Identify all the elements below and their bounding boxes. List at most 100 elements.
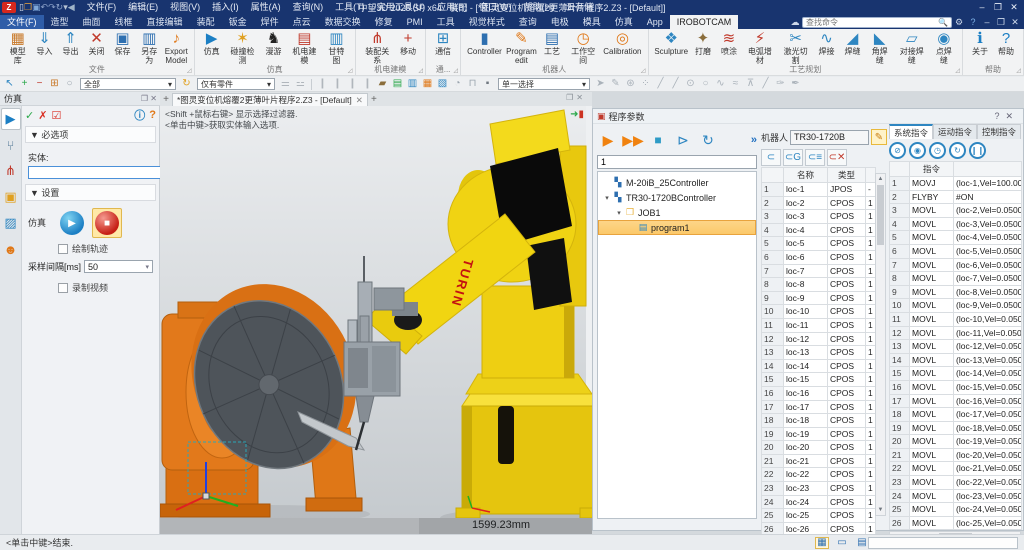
table-row[interactable]: 12MOVL(loc-11,Vel=0.05000,A xyxy=(890,326,1022,340)
doc-minimize-icon[interactable]: – xyxy=(980,17,994,27)
instruction-table[interactable]: 指令1MOVJ(loc-1,Vel=100.000002FLYBY#ON3MOV… xyxy=(889,161,1022,530)
lasso-icon[interactable]: ○ xyxy=(62,77,77,91)
ribbon-button[interactable]: ◉点焊缝 xyxy=(930,30,958,65)
instruction-tab[interactable]: 控制指令 xyxy=(977,124,1021,139)
save-icon[interactable]: ▣ xyxy=(32,2,41,12)
ribbon-button[interactable]: ∿焊接 xyxy=(814,30,840,56)
ribbon-button[interactable]: ⊞通信 xyxy=(430,30,456,56)
selection-mode-select[interactable]: 单一选择▾ xyxy=(498,78,590,90)
ribbon-button[interactable]: ▦模型库 xyxy=(4,30,31,65)
table-row[interactable]: 1MOVJ(loc-1,Vel=100.00000 xyxy=(890,177,1022,191)
curve-2-icon[interactable]: ≈ xyxy=(728,77,743,91)
table-row[interactable]: 17loc-17CPOS1 xyxy=(762,400,876,414)
ribbon-tab[interactable]: 修复 xyxy=(368,15,400,29)
draw-track-checkbox[interactable] xyxy=(58,244,68,254)
line-2-icon[interactable]: ╱ xyxy=(668,77,683,91)
table-row[interactable]: 18loc-18CPOS1 xyxy=(762,414,876,428)
pick-pen-icon[interactable]: ✎ xyxy=(608,77,623,91)
table-row[interactable]: 24loc-24CPOS1 xyxy=(762,495,876,509)
sim-stop-button[interactable]: ■ xyxy=(95,211,119,235)
cloud-icon[interactable]: ☁ xyxy=(788,17,802,28)
cancel-icon[interactable]: ✗ xyxy=(38,109,47,122)
table-row[interactable]: 15loc-15CPOS1 xyxy=(762,373,876,387)
group-launcher-icon[interactable]: ◿ xyxy=(187,67,192,74)
point-record-group-icon[interactable]: ⊂G xyxy=(783,149,803,166)
pick-arrow-icon[interactable]: ➤ xyxy=(593,77,608,91)
snap-icon[interactable]: ⊛ xyxy=(623,77,638,91)
ribbon-tab[interactable]: 钣金 xyxy=(222,15,254,29)
pin-icon[interactable]: ⊓ xyxy=(465,77,480,91)
ribbon-tab[interactable]: 视觉样式 xyxy=(462,15,512,29)
status-monitor-icon[interactable]: ▭ xyxy=(835,537,849,549)
sidebar-render-icon[interactable]: ▨ xyxy=(1,212,21,234)
box-select-icon[interactable]: ⊞ xyxy=(47,77,62,91)
robot-name-field[interactable]: TR30-1720B xyxy=(790,130,869,145)
table-row[interactable]: 6MOVL(loc-5,Vel=0.05000,A xyxy=(890,244,1022,258)
tabbar-restore-icon[interactable]: ❐ xyxy=(566,93,576,102)
table-row[interactable]: 10MOVL(loc-9,Vel=0.05000,A xyxy=(890,299,1022,313)
table-row[interactable]: 19MOVL(loc-18,Vel=0.05000,A xyxy=(890,421,1022,435)
menu-item[interactable]: 查询(N) xyxy=(287,0,330,15)
table-row[interactable]: 8MOVL(loc-7,Vel=0.05000,A xyxy=(890,272,1022,286)
ribbon-button[interactable]: ✶碰撞检测 xyxy=(225,30,261,65)
table-row[interactable]: 3loc-3CPOS1 xyxy=(762,210,876,224)
tree-node[interactable]: ▾▚TR30-1720BController xyxy=(598,190,756,205)
table-row[interactable]: 10loc-10CPOS1 xyxy=(762,305,876,319)
align-1-icon[interactable]: ⚌ xyxy=(278,77,293,91)
ribbon-button[interactable]: ▮Controller xyxy=(465,30,504,56)
sample-interval-select[interactable]: 50▾ xyxy=(84,260,153,273)
table-row[interactable]: 12loc-12CPOS1 xyxy=(762,332,876,346)
apply-icon[interactable]: ☑ xyxy=(51,109,61,122)
ribbon-button[interactable]: ◣角焊缝 xyxy=(866,30,894,65)
document-tab[interactable]: *图灵变位机熔覆2更薄叶片程序2.Z3 - [Default]✕ xyxy=(172,93,368,106)
command-search-input[interactable]: 查找命令🔍 xyxy=(802,17,952,28)
table-row[interactable]: 9MOVL(loc-8,Vel=0.05000,A xyxy=(890,285,1022,299)
ribbon-tab[interactable]: 直接编辑 xyxy=(140,15,190,29)
instr-rotate-icon[interactable]: ↻ xyxy=(949,142,966,159)
ribbon-tab[interactable]: 文件(F) xyxy=(0,15,44,29)
ribbon-tab[interactable]: IROBOTCAM xyxy=(670,15,739,29)
hand-2-icon[interactable]: ✒ xyxy=(788,77,803,91)
redo-icon[interactable]: ↷ xyxy=(48,2,56,12)
dot-icon[interactable]: ▪ xyxy=(480,77,495,91)
menu-item[interactable]: 属性(A) xyxy=(245,0,287,15)
table-row[interactable]: 22MOVL(loc-21,Vel=0.05000,A xyxy=(890,462,1022,476)
align-2-icon[interactable]: ⚍ xyxy=(293,77,308,91)
ribbon-button[interactable]: ?帮助 xyxy=(993,30,1019,56)
panel-help-icon[interactable]: ? xyxy=(149,109,156,121)
ribbon-tab[interactable]: 工具 xyxy=(430,15,462,29)
add-icon[interactable]: + xyxy=(17,77,32,91)
table-row[interactable]: 24MOVL(loc-23,Vel=0.05000,A xyxy=(890,489,1022,503)
run-play-icon[interactable]: ▶ xyxy=(597,129,619,151)
run-loop-icon[interactable]: ↻ xyxy=(697,129,719,151)
group-launcher-icon[interactable]: ◿ xyxy=(955,67,960,74)
run-step-icon[interactable]: ⊳ xyxy=(672,129,694,151)
bookmark-4-icon[interactable]: ❙ xyxy=(360,77,375,91)
ribbon-button[interactable]: ◎Calibration xyxy=(601,30,643,56)
table-row[interactable]: 5loc-5CPOS1 xyxy=(762,237,876,251)
diag-icon[interactable]: ╱ xyxy=(758,77,773,91)
ribbon-button[interactable]: ▤工艺 xyxy=(539,30,565,56)
instr-timer-icon[interactable]: ◷ xyxy=(929,142,946,159)
instruction-tab[interactable]: 运动指令 xyxy=(933,124,977,139)
table-row[interactable]: 2FLYBY#ON xyxy=(890,190,1022,204)
robot-edit-button[interactable]: ✎ xyxy=(871,129,887,145)
table-row[interactable]: 20loc-20CPOS1 xyxy=(762,441,876,455)
new-tab-button-2[interactable]: + xyxy=(368,93,380,106)
points-vscrollbar[interactable]: ▲▼ xyxy=(875,173,886,516)
table-row[interactable]: 11loc-11CPOS1 xyxy=(762,318,876,332)
table-row[interactable]: 23MOVL(loc-22,Vel=0.05000,A xyxy=(890,476,1022,490)
table-row[interactable]: 4MOVL(loc-3,Vel=0.05000,A xyxy=(890,217,1022,231)
ribbon-button[interactable]: ⚡电弧增材 xyxy=(742,30,778,65)
sheet-icon[interactable]: ▥ xyxy=(405,77,420,91)
tree-caret-icon[interactable]: ▾ xyxy=(614,209,624,217)
doc-restore-icon[interactable]: ❐ xyxy=(994,17,1008,28)
ribbon-tab[interactable]: 查询 xyxy=(512,15,544,29)
table-row[interactable]: 25MOVL(loc-24,Vel=0.05000,A xyxy=(890,503,1022,517)
curve-1-icon[interactable]: ∿ xyxy=(713,77,728,91)
tabbar-close-icon[interactable]: ✕ xyxy=(576,93,586,102)
table-row[interactable]: 23loc-23CPOS1 xyxy=(762,482,876,496)
doc-close-icon[interactable]: ✕ xyxy=(1008,17,1022,28)
viewport-door-icon[interactable]: ▮ xyxy=(578,109,584,120)
point-record-icon[interactable]: ⊂ xyxy=(761,149,781,166)
